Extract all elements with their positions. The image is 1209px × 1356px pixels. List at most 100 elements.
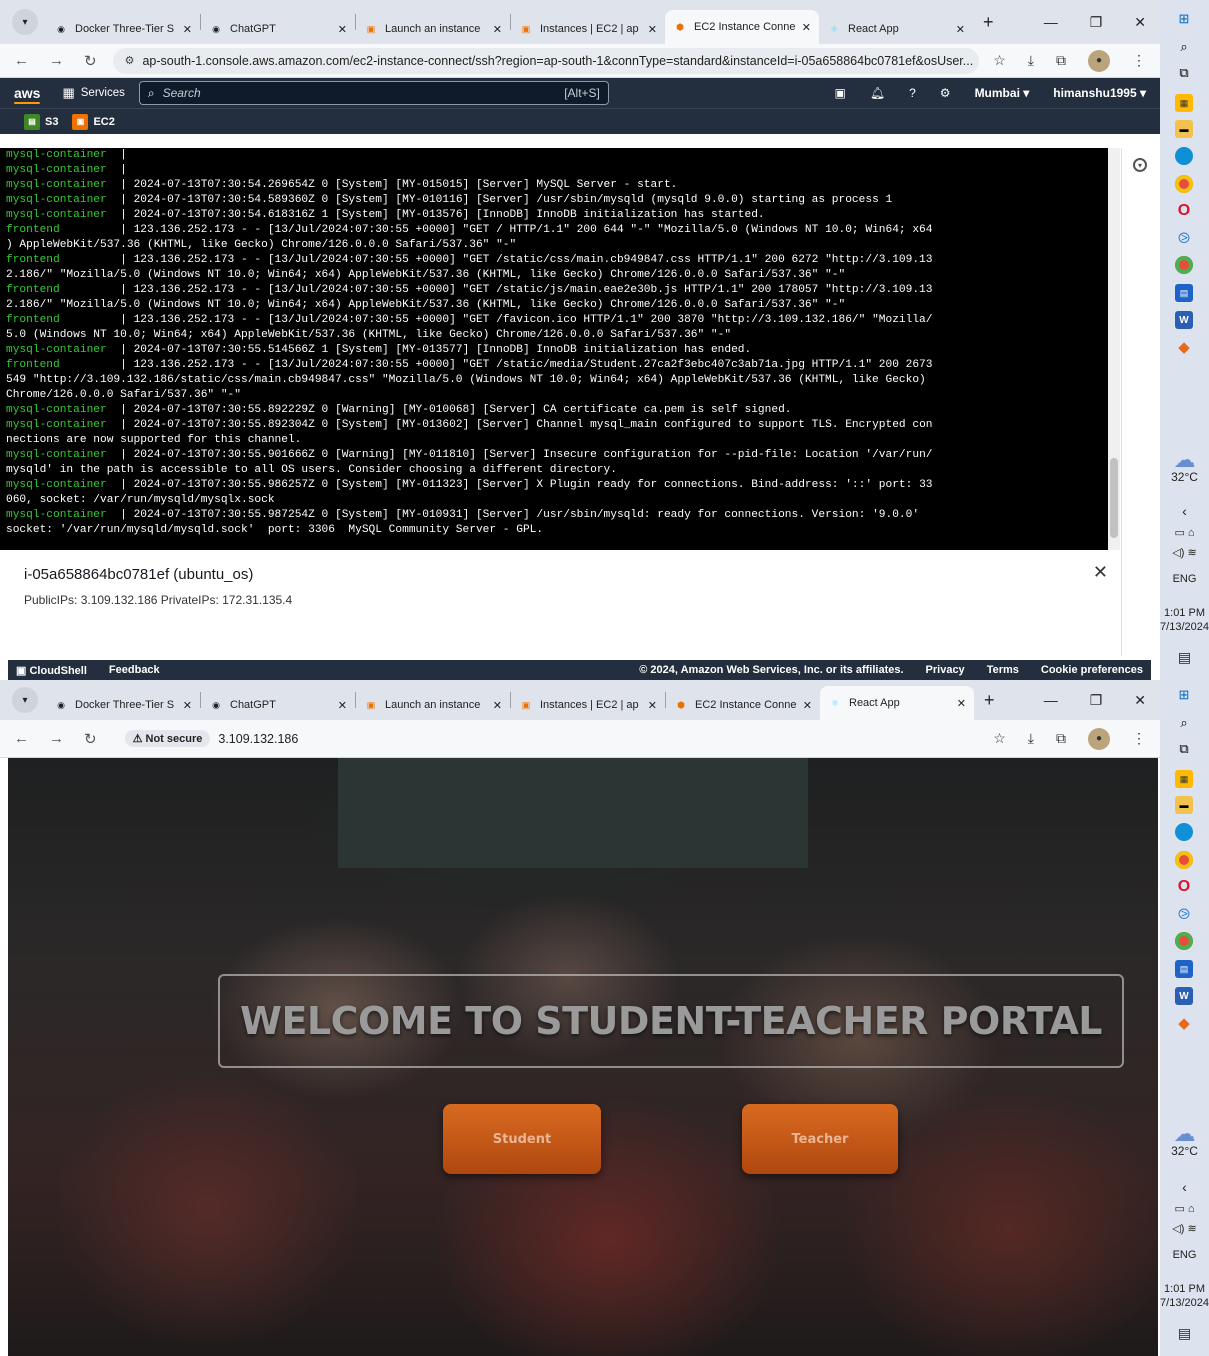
region-selector[interactable]: Mumbai ▾ <box>975 86 1030 100</box>
favorite-s3[interactable]: ▤ S3 <box>24 113 58 130</box>
browser-tab[interactable]: ◉ Docker Three-Tier S ✕ <box>46 690 200 720</box>
tray-network-icon[interactable]: ▭ ⌂ <box>1160 1202 1209 1216</box>
close-tab-icon[interactable]: ✕ <box>648 699 657 712</box>
edge-icon[interactable] <box>1175 823 1193 841</box>
browser-tab[interactable]: ◉ ChatGPT ✕ <box>201 14 355 44</box>
forward-icon[interactable]: → <box>49 52 64 70</box>
vscode-icon[interactable]: ⧁ <box>1175 229 1193 247</box>
opera-icon[interactable]: O <box>1175 878 1193 896</box>
terminal-scrollbar[interactable] <box>1108 148 1120 550</box>
ssh-terminal[interactable]: mysql-container | mysql-container | mysql-… <box>0 148 1108 550</box>
bookmark-star-icon[interactable]: ☆ <box>993 52 1006 69</box>
browser-tab[interactable]: ⬢ EC2 Instance Conne ✕ <box>665 10 819 44</box>
browser-tab[interactable]: ⚛ React App ✕ <box>819 14 973 44</box>
weather-widget[interactable]: ☁ 32°C <box>1160 1123 1209 1159</box>
close-tab-icon[interactable]: ✕ <box>648 23 657 36</box>
feedback-link[interactable]: Feedback <box>109 664 160 676</box>
scrollbar-thumb[interactable] <box>1110 458 1118 538</box>
tray-network-icon[interactable]: ▭ ⌂ <box>1160 526 1209 540</box>
url-input[interactable]: ⚙ ap-south-1.console.aws.amazon.com/ec2-… <box>112 47 980 74</box>
browser-tab[interactable]: ▣ Instances | EC2 | ap ✕ <box>511 14 665 44</box>
minimize-icon[interactable]: — <box>1044 692 1058 708</box>
notes-icon[interactable]: ▤ <box>1175 960 1193 978</box>
browser-tab[interactable]: ▣ Launch an instance ✕ <box>356 690 510 720</box>
favorite-ec2[interactable]: ▣ EC2 <box>72 113 115 130</box>
git-app-icon[interactable]: ◆ <box>1175 338 1193 356</box>
cookie-preferences-link[interactable]: Cookie preferences <box>1041 664 1143 676</box>
site-info-icon[interactable]: ⚙ <box>125 54 135 67</box>
reload-icon[interactable]: ↻ <box>84 730 97 748</box>
tab-search-button[interactable]: ▾ <box>12 9 38 35</box>
privacy-link[interactable]: Privacy <box>926 664 965 676</box>
git-app-icon[interactable]: ◆ <box>1175 1014 1193 1032</box>
windows-start-icon[interactable]: ⊞ <box>1175 686 1193 704</box>
back-icon[interactable]: ← <box>14 52 29 70</box>
close-tab-icon[interactable]: ✕ <box>803 699 812 712</box>
close-tab-icon[interactable]: ✕ <box>493 699 502 712</box>
windows-start-icon[interactable]: ⊞ <box>1175 10 1193 28</box>
tray-volume-icon[interactable]: ◁) ≋ <box>1160 546 1209 560</box>
clock[interactable]: 1:01 PM 7/13/2024 <box>1160 1282 1209 1310</box>
close-tab-icon[interactable]: ✕ <box>338 699 347 712</box>
search-icon[interactable]: ⌕ <box>1175 714 1193 732</box>
student-button[interactable]: Student <box>443 1104 601 1174</box>
teacher-button[interactable]: Teacher <box>742 1104 898 1174</box>
minimize-icon[interactable]: — <box>1044 14 1058 30</box>
aws-search-input[interactable]: ⌕ Search [Alt+S] <box>138 81 609 105</box>
clock[interactable]: 1:01 PM 7/13/2024 <box>1160 606 1209 634</box>
close-tab-icon[interactable]: ✕ <box>956 23 965 36</box>
notifications-bell-icon[interactable]: 🔔︎ <box>870 86 885 100</box>
word-icon[interactable]: W <box>1175 987 1193 1005</box>
search-icon[interactable]: ⌕ <box>1175 38 1193 56</box>
browser-tab[interactable]: ⚛ React App ✕ <box>820 686 974 720</box>
tab-search-button[interactable]: ▾ <box>12 687 38 713</box>
help-icon[interactable]: ? <box>909 86 916 100</box>
new-tab-button[interactable]: + <box>983 12 994 33</box>
task-view-icon[interactable]: ⧉ <box>1175 64 1193 82</box>
back-icon[interactable]: ← <box>14 730 29 748</box>
notes-icon[interactable]: ▤ <box>1175 284 1193 302</box>
close-tab-icon[interactable]: ✕ <box>493 23 502 36</box>
chrome-icon[interactable] <box>1175 851 1193 869</box>
close-tab-icon[interactable]: ✕ <box>957 697 966 710</box>
profile-avatar[interactable]: ● <box>1088 727 1110 750</box>
notification-center-icon[interactable]: ▤ <box>1160 650 1209 664</box>
profile-avatar[interactable]: ● <box>1088 49 1110 72</box>
tray-volume-icon[interactable]: ◁) ≋ <box>1160 1222 1209 1236</box>
extensions-icon[interactable]: ⧉ <box>1056 52 1066 69</box>
edge-icon[interactable] <box>1175 147 1193 165</box>
browser-tab[interactable]: ◉ Docker Three-Tier S ✕ <box>46 14 200 44</box>
close-window-icon[interactable]: ✕ <box>1134 692 1146 709</box>
close-tab-icon[interactable]: ✕ <box>183 23 192 36</box>
close-tab-icon[interactable]: ✕ <box>183 699 192 712</box>
forward-icon[interactable]: → <box>49 730 64 748</box>
aws-logo[interactable]: aws <box>14 85 41 104</box>
maximize-icon[interactable]: ❐ <box>1090 14 1103 31</box>
settings-gear-icon[interactable]: ⚙ <box>940 86 951 100</box>
vscode-icon[interactable]: ⧁ <box>1175 905 1193 923</box>
close-tab-icon[interactable]: ✕ <box>802 21 811 34</box>
menu-icon[interactable]: ⋮ <box>1132 730 1146 747</box>
browser-tab[interactable]: ⬢ EC2 Instance Conne ✕ <box>666 690 820 720</box>
store-icon[interactable]: ▦ <box>1175 94 1193 112</box>
url-input[interactable]: ⚠ Not secure 3.109.132.186 <box>113 726 980 752</box>
terms-link[interactable]: Terms <box>987 664 1019 676</box>
menu-icon[interactable]: ⋮ <box>1132 52 1146 69</box>
close-panel-icon[interactable]: ✕ <box>1093 562 1108 583</box>
language-indicator[interactable]: ENG <box>1160 572 1209 586</box>
tray-chevron-icon[interactable]: ‹ <box>1160 504 1209 518</box>
tray-chevron-icon[interactable]: ‹ <box>1160 1180 1209 1194</box>
task-view-icon[interactable]: ⧉ <box>1175 740 1193 758</box>
extensions-icon[interactable]: ⧉ <box>1056 730 1066 747</box>
download-icon[interactable]: ⤓ <box>1028 52 1034 69</box>
notification-center-icon[interactable]: ▤ <box>1160 1326 1209 1340</box>
weather-widget[interactable]: ☁ 32°C <box>1160 449 1209 485</box>
account-menu[interactable]: himanshu1995 ▾ <box>1053 86 1146 100</box>
store-icon[interactable]: ▦ <box>1175 770 1193 788</box>
download-icon[interactable]: ⤓ <box>1028 730 1034 747</box>
chrome-icon[interactable] <box>1175 175 1193 193</box>
maximize-icon[interactable]: ❐ <box>1090 692 1103 709</box>
services-menu[interactable]: ▦ Services <box>62 85 124 101</box>
cloudshell-icon[interactable]: ▣ <box>835 86 846 100</box>
language-indicator[interactable]: ENG <box>1160 1248 1209 1262</box>
